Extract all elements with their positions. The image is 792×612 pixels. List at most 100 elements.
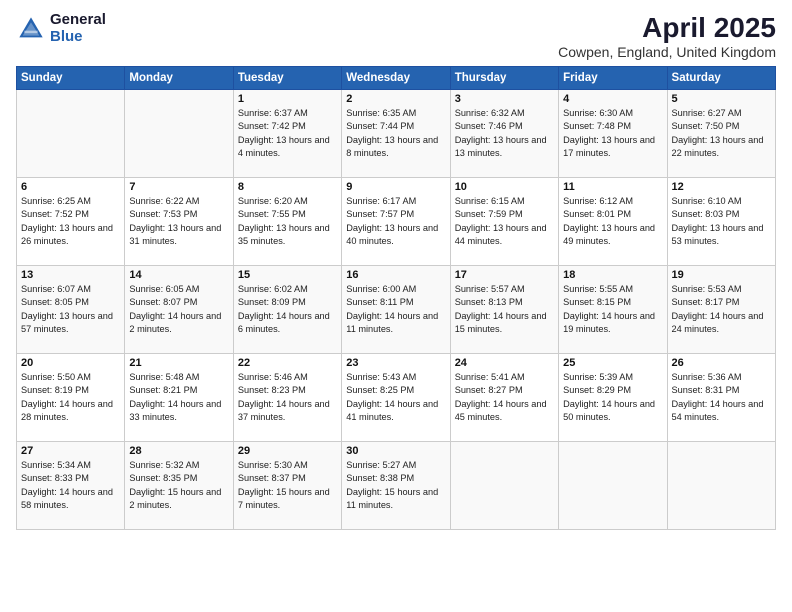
day-info: Sunrise: 6:20 AM Sunset: 7:55 PM Dayligh… [238,195,337,248]
calendar-cell [450,442,558,530]
calendar-cell: 11 Sunrise: 6:12 AM Sunset: 8:01 PM Dayli… [559,178,667,266]
calendar-cell: 12 Sunrise: 6:10 AM Sunset: 8:03 PM Dayli… [667,178,775,266]
day-info: Sunrise: 6:37 AM Sunset: 7:42 PM Dayligh… [238,107,337,160]
day-info: Sunrise: 5:36 AM Sunset: 8:31 PM Dayligh… [672,371,771,424]
weekday-header-wednesday: Wednesday [342,67,450,90]
day-info: Sunrise: 6:25 AM Sunset: 7:52 PM Dayligh… [21,195,120,248]
calendar-cell: 13Sunrise: 6:07 AM Sunset: 8:05 PM Dayli… [17,266,125,354]
logo-blue-text: Blue [50,29,106,46]
day-info: Sunrise: 6:02 AM Sunset: 8:09 PM Dayligh… [238,283,337,336]
calendar-cell: 9Sunrise: 6:17 AM Sunset: 7:57 PM Daylig… [342,178,450,266]
day-info: Sunrise: 6:27 AM Sunset: 7:50 PM Dayligh… [672,107,771,160]
day-number: 30 [346,445,445,457]
day-number: 5 [672,93,771,105]
calendar-week-1: 1 Sunrise: 6:37 AM Sunset: 7:42 PM Daylig… [17,90,776,178]
day-info: Sunrise: 6:12 AM Sunset: 8:01 PM Dayligh… [563,195,662,248]
calendar-cell: 15 Sunrise: 6:02 AM Sunset: 8:09 PM Dayli… [233,266,341,354]
day-number: 17 [455,269,554,281]
weekday-header-thursday: Thursday [450,67,558,90]
calendar-cell: 22 Sunrise: 5:46 AM Sunset: 8:23 PM Dayli… [233,354,341,442]
calendar-cell [17,90,125,178]
day-info: Sunrise: 6:00 AM Sunset: 8:11 PM Dayligh… [346,283,445,336]
day-info: Sunrise: 5:53 AM Sunset: 8:17 PM Dayligh… [672,283,771,336]
calendar-cell: 29 Sunrise: 5:30 AM Sunset: 8:37 PM Dayli… [233,442,341,530]
day-number: 7 [129,181,228,193]
day-number: 4 [563,93,662,105]
day-info: Sunrise: 5:46 AM Sunset: 8:23 PM Dayligh… [238,371,337,424]
day-number: 22 [238,357,337,369]
logo: General Blue [16,12,106,45]
day-info: Sunrise: 5:27 AM Sunset: 8:38 PM Dayligh… [346,459,445,512]
day-number: 16 [346,269,445,281]
calendar-cell: 10 Sunrise: 6:15 AM Sunset: 7:59 PM Dayli… [450,178,558,266]
calendar-body: 1 Sunrise: 6:37 AM Sunset: 7:42 PM Daylig… [17,90,776,530]
day-info: Sunrise: 5:32 AM Sunset: 8:35 PM Dayligh… [129,459,228,512]
day-info: Sunrise: 6:15 AM Sunset: 7:59 PM Dayligh… [455,195,554,248]
calendar-cell: 5 Sunrise: 6:27 AM Sunset: 7:50 PM Daylig… [667,90,775,178]
calendar-cell: 16 Sunrise: 6:00 AM Sunset: 8:11 PM Dayli… [342,266,450,354]
calendar-cell: 7 Sunrise: 6:22 AM Sunset: 7:53 PM Daylig… [125,178,233,266]
day-info: Sunrise: 6:07 AM Sunset: 8:05 PM Dayligh… [21,283,120,336]
calendar-cell: 20Sunrise: 5:50 AM Sunset: 8:19 PM Dayli… [17,354,125,442]
calendar-cell: 21 Sunrise: 5:48 AM Sunset: 8:21 PM Dayli… [125,354,233,442]
day-info: Sunrise: 6:22 AM Sunset: 7:53 PM Dayligh… [129,195,228,248]
day-number: 2 [346,93,445,105]
calendar-cell: 6 Sunrise: 6:25 AM Sunset: 7:52 PM Daylig… [17,178,125,266]
calendar-cell [125,90,233,178]
calendar-cell: 27 Sunrise: 5:34 AM Sunset: 8:33 PM Dayli… [17,442,125,530]
day-number: 6 [21,181,120,193]
day-number: 11 [563,181,662,193]
weekday-header-tuesday: Tuesday [233,67,341,90]
day-info: Sunrise: 6:17 AM Sunset: 7:57 PM Dayligh… [346,195,445,248]
calendar: SundayMondayTuesdayWednesdayThursdayFrid… [16,66,776,530]
calendar-cell: 1 Sunrise: 6:37 AM Sunset: 7:42 PM Daylig… [233,90,341,178]
day-number: 29 [238,445,337,457]
day-info: Sunrise: 5:48 AM Sunset: 8:21 PM Dayligh… [129,371,228,424]
weekday-header-row: SundayMondayTuesdayWednesdayThursdayFrid… [17,67,776,90]
calendar-cell: 4 Sunrise: 6:30 AM Sunset: 7:48 PM Daylig… [559,90,667,178]
day-info: Sunrise: 5:34 AM Sunset: 8:33 PM Dayligh… [21,459,120,512]
day-number: 23 [346,357,445,369]
calendar-cell [559,442,667,530]
calendar-week-3: 13Sunrise: 6:07 AM Sunset: 8:05 PM Dayli… [17,266,776,354]
header: General Blue April 2025 Cowpen, England,… [16,12,776,60]
day-number: 1 [238,93,337,105]
day-info: Sunrise: 6:35 AM Sunset: 7:44 PM Dayligh… [346,107,445,160]
subtitle: Cowpen, England, United Kingdom [558,44,776,60]
day-info: Sunrise: 5:55 AM Sunset: 8:15 PM Dayligh… [563,283,662,336]
day-info: Sunrise: 5:39 AM Sunset: 8:29 PM Dayligh… [563,371,662,424]
calendar-cell: 2 Sunrise: 6:35 AM Sunset: 7:44 PM Daylig… [342,90,450,178]
day-info: Sunrise: 5:57 AM Sunset: 8:13 PM Dayligh… [455,283,554,336]
weekday-header-sunday: Sunday [17,67,125,90]
day-number: 10 [455,181,554,193]
calendar-week-4: 20Sunrise: 5:50 AM Sunset: 8:19 PM Dayli… [17,354,776,442]
day-number: 3 [455,93,554,105]
weekday-header-friday: Friday [559,67,667,90]
calendar-cell: 17 Sunrise: 5:57 AM Sunset: 8:13 PM Dayli… [450,266,558,354]
day-number: 24 [455,357,554,369]
day-info: Sunrise: 6:32 AM Sunset: 7:46 PM Dayligh… [455,107,554,160]
weekday-header-saturday: Saturday [667,67,775,90]
day-info: Sunrise: 6:05 AM Sunset: 8:07 PM Dayligh… [129,283,228,336]
title-block: April 2025 Cowpen, England, United Kingd… [558,12,776,60]
calendar-cell: 24 Sunrise: 5:41 AM Sunset: 8:27 PM Dayli… [450,354,558,442]
calendar-week-2: 6 Sunrise: 6:25 AM Sunset: 7:52 PM Daylig… [17,178,776,266]
page: General Blue April 2025 Cowpen, England,… [0,0,792,612]
logo-general-text: General [50,12,106,29]
day-number: 25 [563,357,662,369]
day-info: Sunrise: 5:41 AM Sunset: 8:27 PM Dayligh… [455,371,554,424]
logo-text: General Blue [50,12,106,45]
day-info: Sunrise: 6:10 AM Sunset: 8:03 PM Dayligh… [672,195,771,248]
calendar-header: SundayMondayTuesdayWednesdayThursdayFrid… [17,67,776,90]
day-number: 15 [238,269,337,281]
calendar-cell: 30 Sunrise: 5:27 AM Sunset: 8:38 PM Dayli… [342,442,450,530]
day-number: 21 [129,357,228,369]
day-number: 14 [129,269,228,281]
day-number: 27 [21,445,120,457]
day-info: Sunrise: 6:30 AM Sunset: 7:48 PM Dayligh… [563,107,662,160]
day-info: Sunrise: 5:30 AM Sunset: 8:37 PM Dayligh… [238,459,337,512]
calendar-cell: 23Sunrise: 5:43 AM Sunset: 8:25 PM Dayli… [342,354,450,442]
day-number: 12 [672,181,771,193]
day-number: 8 [238,181,337,193]
logo-icon [16,14,46,44]
